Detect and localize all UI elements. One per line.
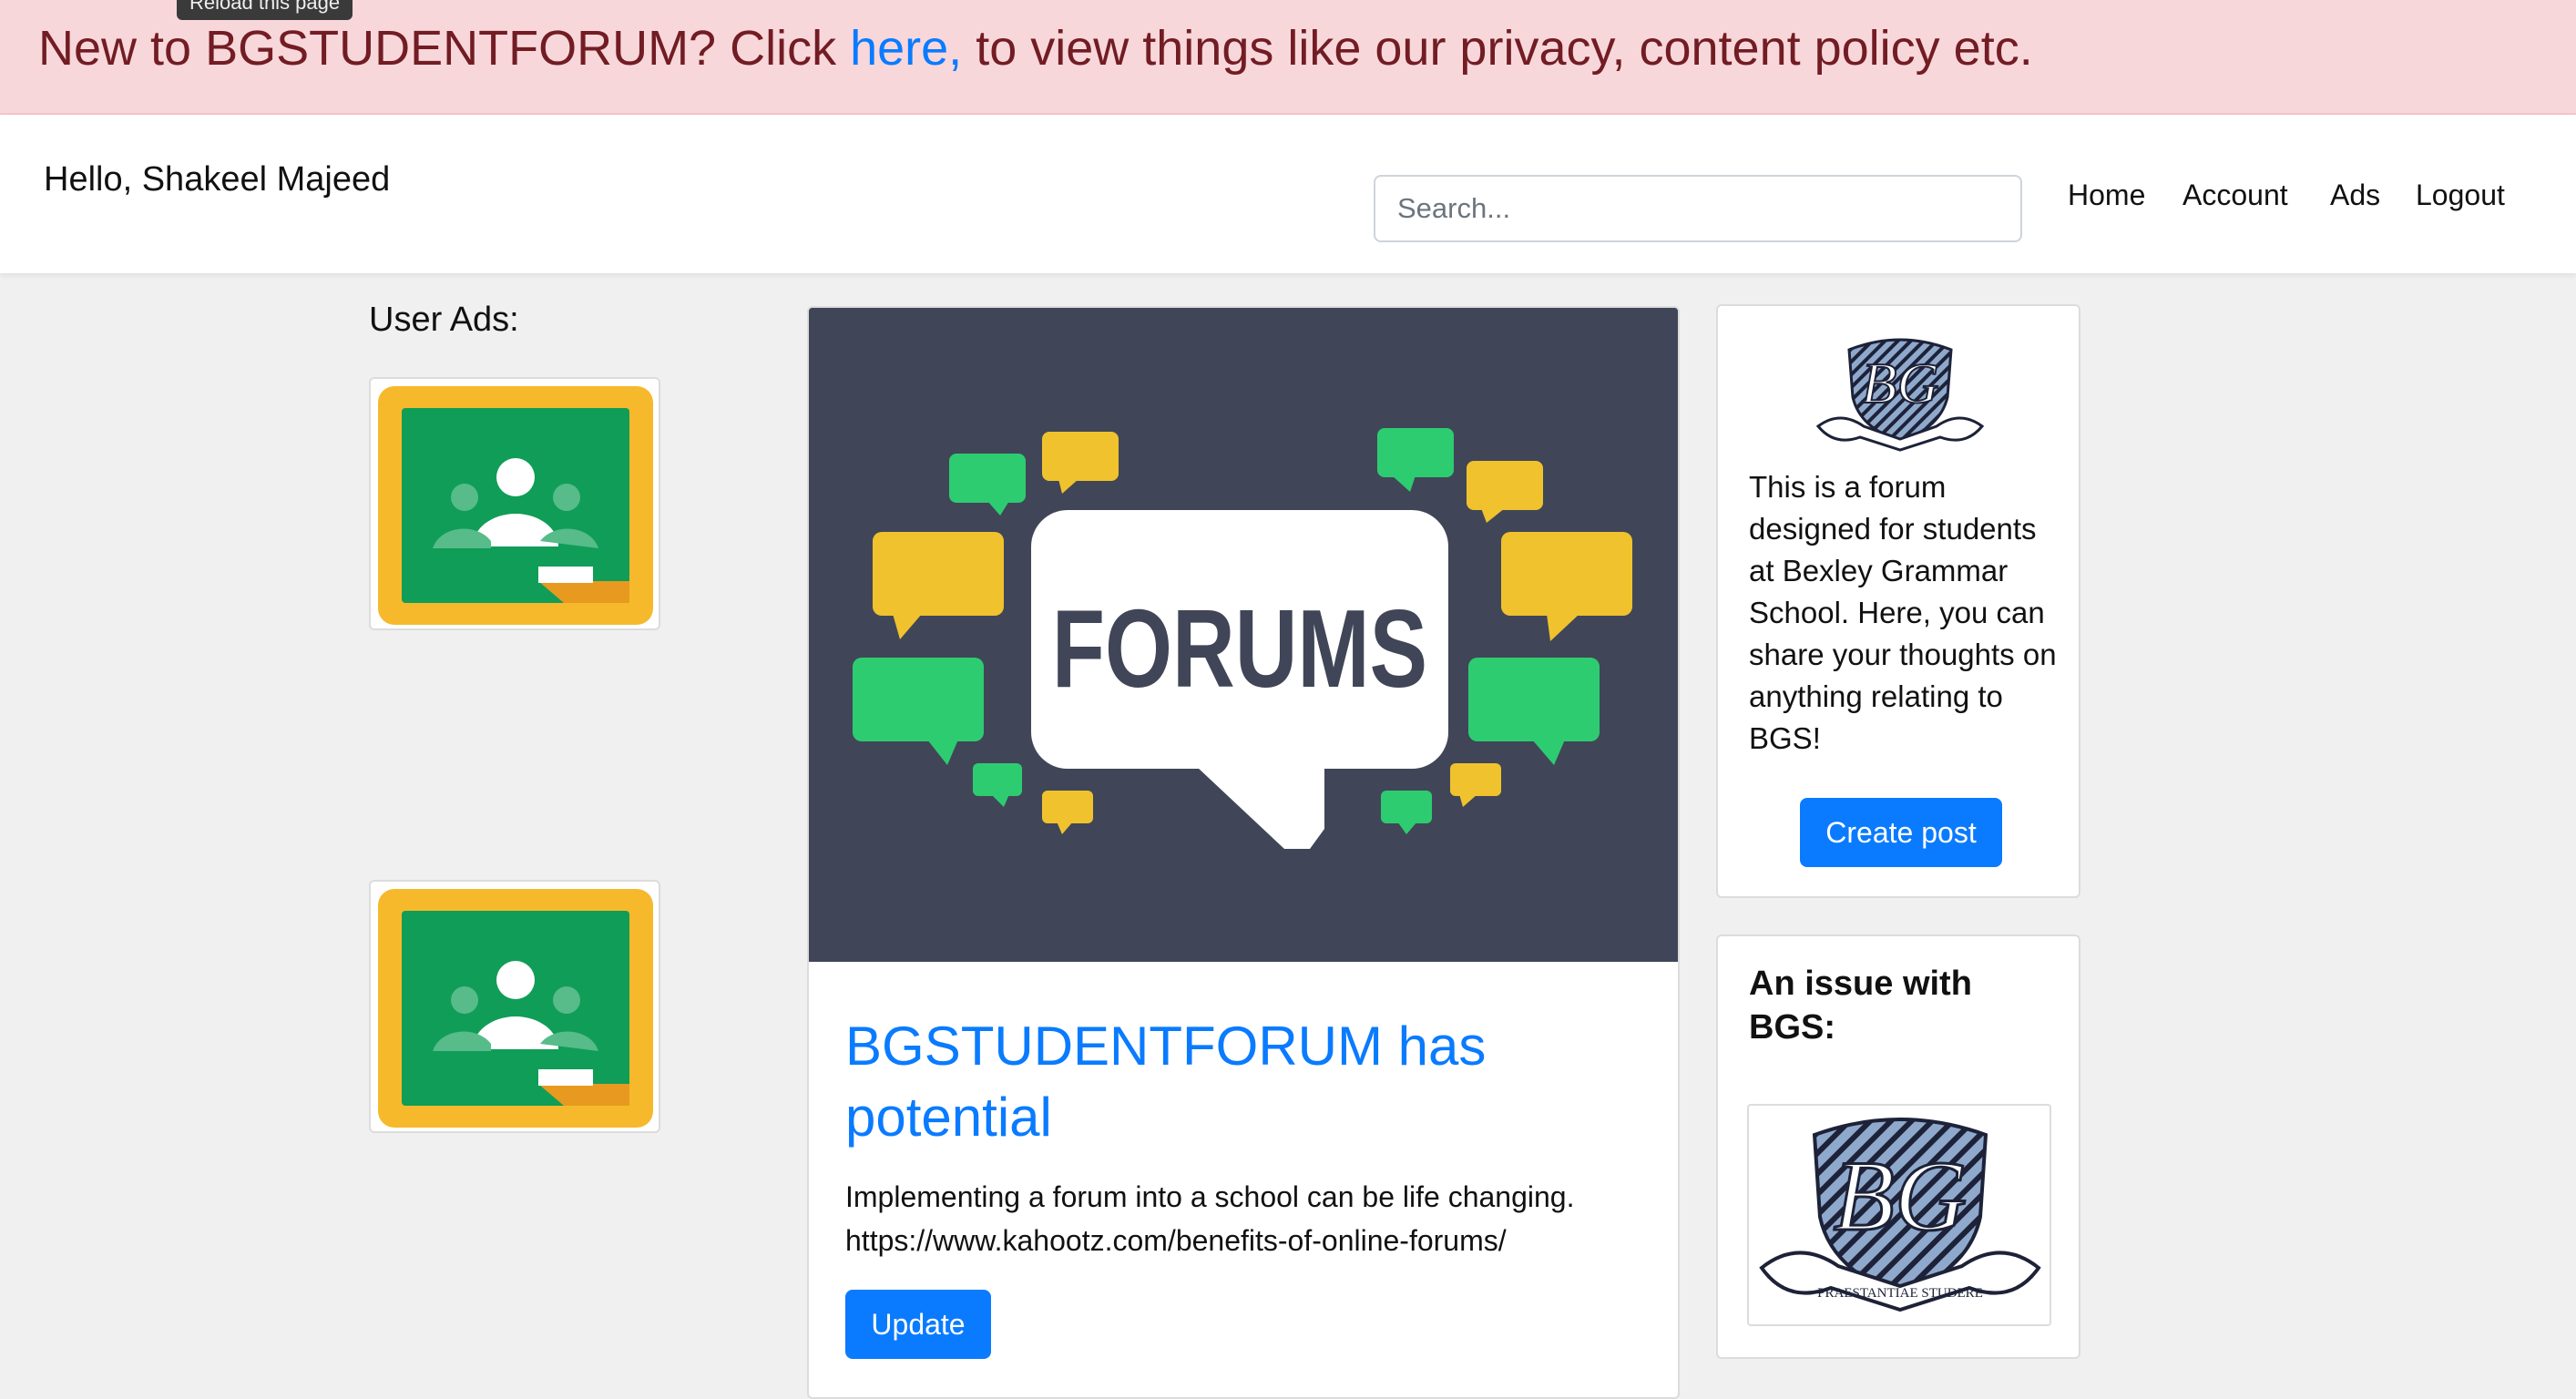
- crest-motto-text: PRAESTANTIAE STUDERE: [1817, 1286, 1983, 1301]
- update-button[interactable]: Update: [845, 1290, 991, 1359]
- issue-card: An issue with BGS: BG PRAESTANTIAE STUDE…: [1716, 934, 2080, 1359]
- svg-text:BG: BG: [1861, 351, 1938, 415]
- google-classroom-icon: [378, 386, 653, 625]
- school-crest-logo: BG: [1815, 338, 1985, 452]
- post-body-text: Implementing a forum into a school can b…: [845, 1180, 1575, 1213]
- post-title-link[interactable]: BGSTUDENTFORUM has potential: [845, 1011, 1629, 1153]
- nav-home-link[interactable]: Home: [2068, 179, 2145, 212]
- alert-suffix: to view things like our privacy, content…: [962, 21, 2033, 76]
- post-card: FORUMS BGSTUDENTFORUM has potential Impl…: [807, 306, 1680, 1399]
- forums-banner-text: FORUMS: [1052, 587, 1427, 711]
- about-description: This is a forum designed for students at…: [1749, 470, 2057, 755]
- create-post-button[interactable]: Create post: [1800, 798, 2002, 867]
- ad-card[interactable]: [369, 880, 660, 1133]
- alert-banner: New to BGSTUDENTFORUM? Click here, to vi…: [0, 0, 2576, 115]
- forums-banner-image: FORUMS: [809, 308, 1678, 962]
- ad-card[interactable]: [369, 377, 660, 630]
- navbar: Hello, Shakeel Majeed Home Account Ads L…: [0, 115, 2576, 273]
- about-card: BG This is a forum designed for students…: [1716, 304, 2080, 898]
- issue-image[interactable]: BG PRAESTANTIAE STUDERE: [1747, 1104, 2051, 1326]
- nav-ads-link[interactable]: Ads: [2330, 179, 2380, 212]
- school-crest-logo: BG PRAESTANTIAE STUDERE: [1759, 1118, 2041, 1312]
- alert-message: New to BGSTUDENTFORUM? Click here, to vi…: [38, 20, 2033, 77]
- nav-logout-link[interactable]: Logout: [2416, 179, 2505, 212]
- post-body: Implementing a forum into a school can b…: [845, 1175, 1647, 1262]
- nav-account-link[interactable]: Account: [2182, 179, 2288, 212]
- issue-heading: An issue with BGS:: [1749, 965, 1972, 1047]
- alert-here-link[interactable]: here,: [850, 21, 962, 76]
- alert-prefix: New to BGSTUDENTFORUM? Click: [38, 21, 851, 76]
- user-ads-heading: User Ads:: [369, 301, 519, 339]
- post-body-url: https://www.kahootz.com/benefits-of-onli…: [845, 1224, 1507, 1257]
- search-input[interactable]: [1374, 175, 2022, 242]
- reload-tooltip: Reload this page: [177, 0, 353, 20]
- svg-text:BG: BG: [1834, 1140, 1968, 1251]
- google-classroom-icon: [378, 889, 653, 1128]
- user-greeting: Hello, Shakeel Majeed: [44, 160, 391, 199]
